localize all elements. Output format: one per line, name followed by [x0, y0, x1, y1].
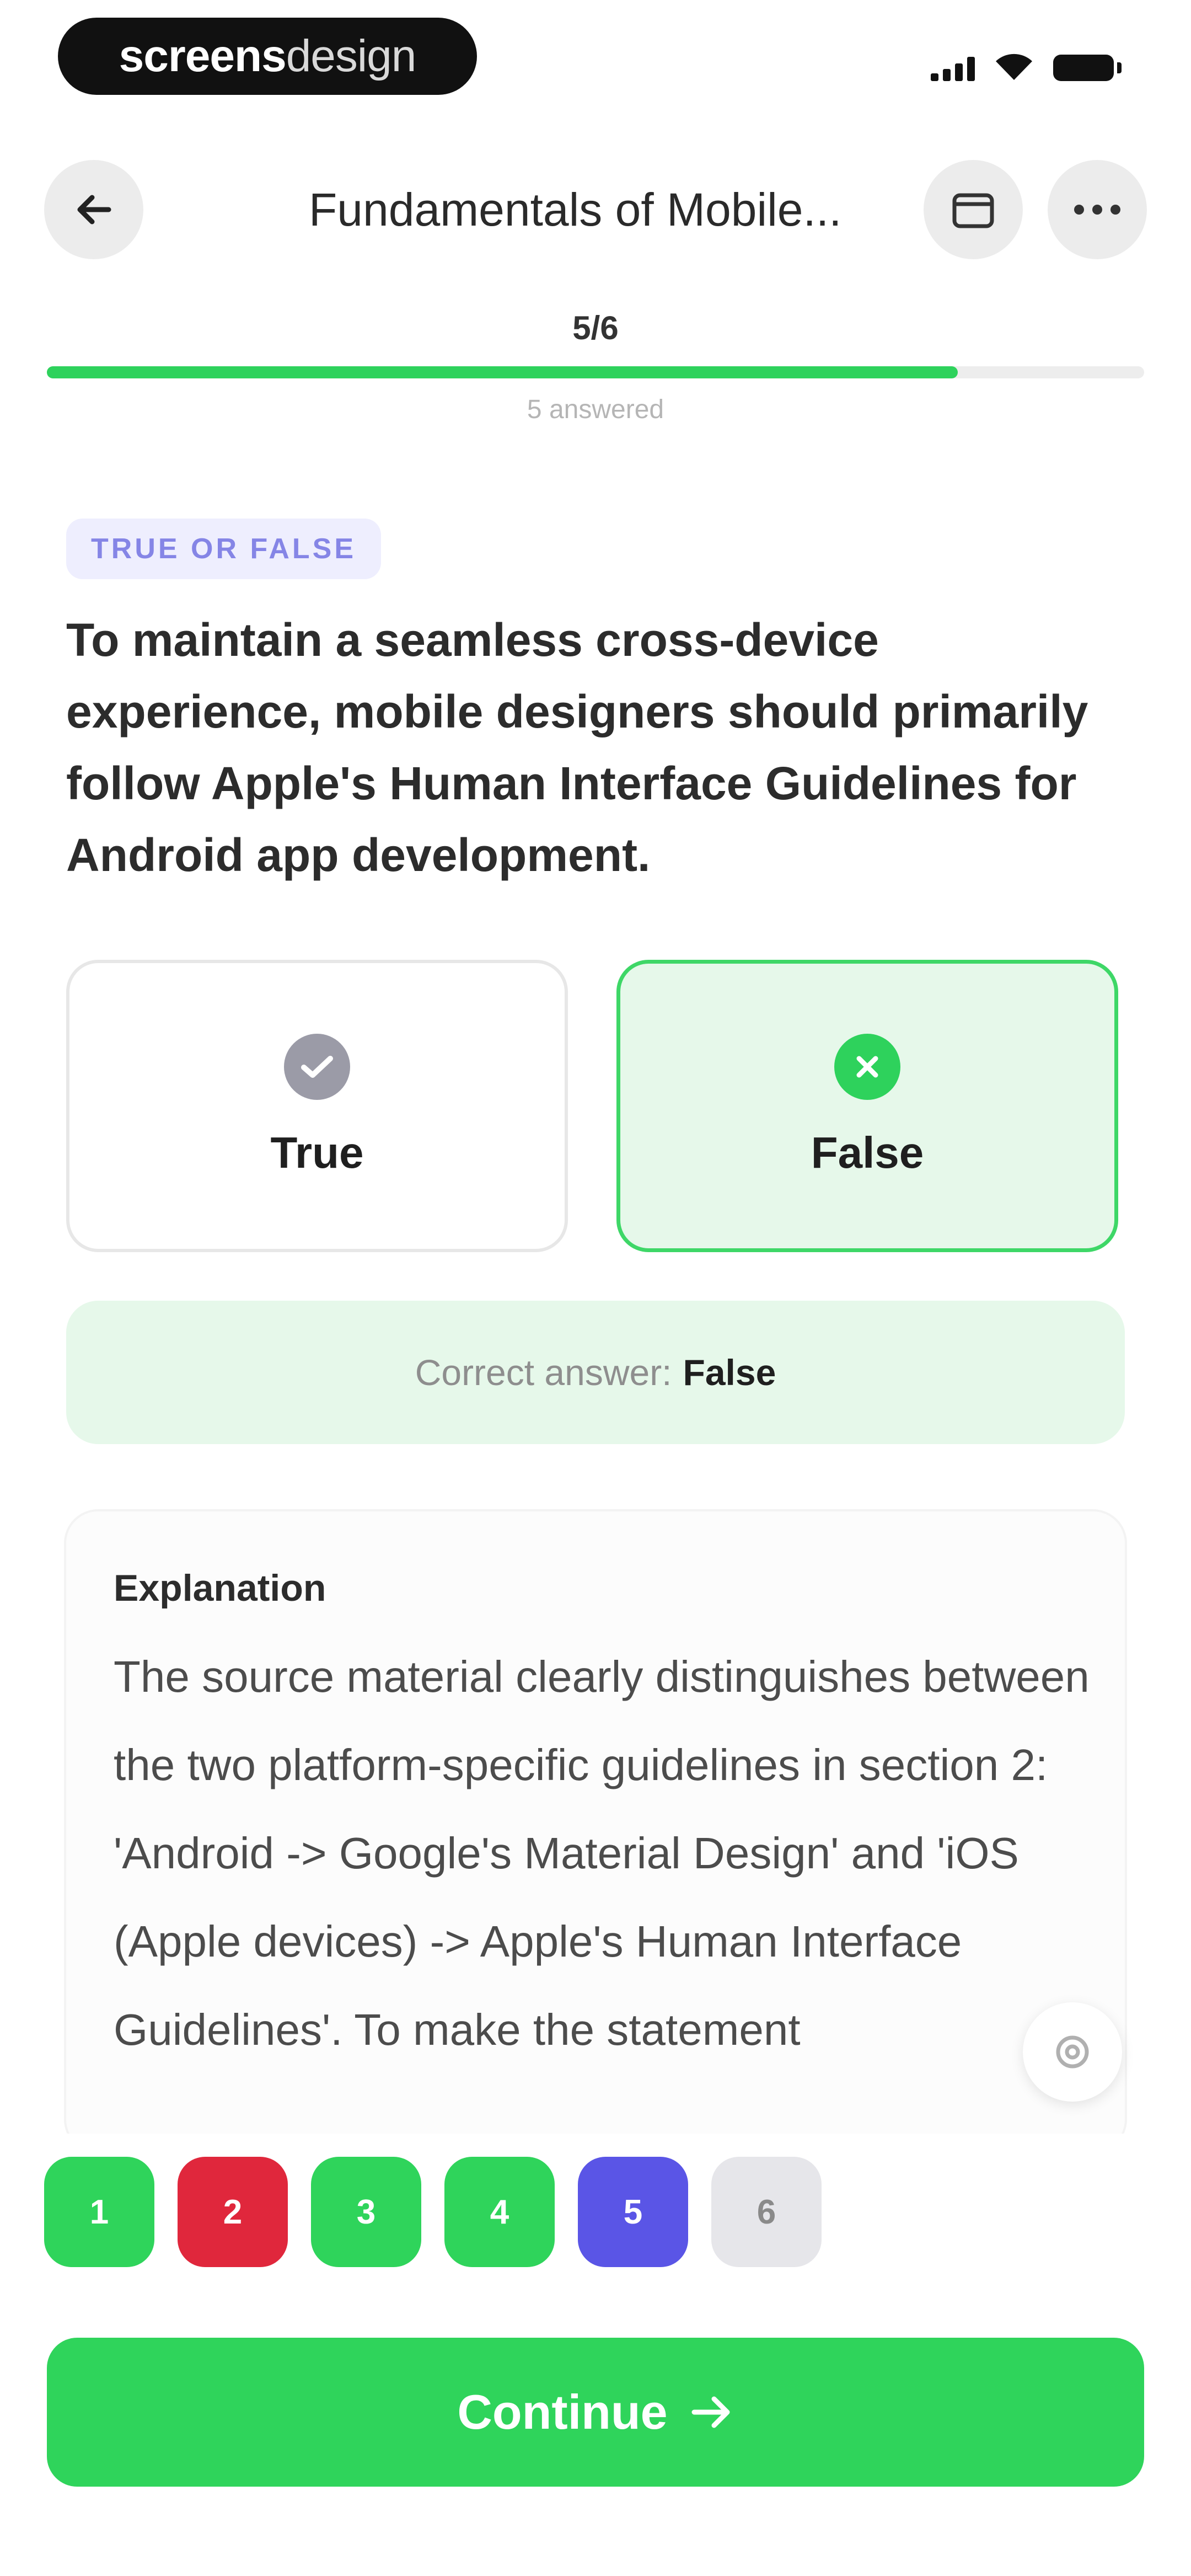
option-label: True: [270, 1128, 364, 1177]
question-nav-item[interactable]: 6: [711, 2157, 822, 2267]
correct-answer-label: Correct answer:: [415, 1352, 672, 1393]
arrow-left-icon: [77, 195, 111, 225]
continue-button[interactable]: Continue: [47, 2338, 1144, 2487]
explanation-title: Explanation: [114, 1567, 326, 1609]
check-circle-icon: [284, 1034, 350, 1100]
question-nav-item-current[interactable]: 5: [578, 2157, 688, 2267]
settings-button[interactable]: [1023, 2002, 1122, 2102]
option-true[interactable]: True: [66, 960, 568, 1252]
question-nav-item[interactable]: 3: [311, 2157, 421, 2267]
brand-watermark: screens design: [58, 18, 477, 95]
option-false[interactable]: False: [616, 960, 1118, 1252]
progress-count: 5/6: [572, 309, 619, 346]
explanation-card: Explanation The source material clearly …: [66, 1511, 1125, 2151]
answered-count: 5 answered: [527, 395, 664, 424]
quiz-screen: screens design Fundamentals of Mobile... …: [0, 0, 1191, 2576]
brand-light-text: design: [286, 31, 417, 81]
correct-answer-banner: Correct answer: False: [66, 1301, 1125, 1444]
explanation-text: The source material clearly distinguishe…: [114, 1652, 1090, 2054]
option-label: False: [811, 1128, 924, 1177]
continue-label: Continue: [457, 2385, 668, 2439]
close-circle-icon: [834, 1034, 900, 1100]
arrow-right-icon: [691, 2396, 730, 2428]
more-options-button[interactable]: [1048, 160, 1147, 259]
question-navigator: 1 2 3 4 5 6: [44, 2157, 822, 2267]
wifi-icon: [996, 54, 1032, 80]
gear-icon: [1056, 2035, 1089, 2069]
page-title: Fundamentals of Mobile...: [309, 184, 842, 236]
brand-bold-text: screens: [119, 31, 287, 81]
question-nav-item[interactable]: 1: [44, 2157, 154, 2267]
back-button[interactable]: [44, 160, 143, 259]
question-nav-item[interactable]: 4: [444, 2157, 555, 2267]
progress-bar-fill: [47, 366, 958, 378]
correct-answer-value: False: [683, 1352, 776, 1393]
status-icons: [931, 52, 1122, 81]
cellular-signal-icon: [931, 56, 975, 81]
question-type-badge: TRUE OR FALSE: [66, 519, 382, 579]
progress-bar: [47, 366, 1144, 378]
more-dots-icon: [1074, 205, 1120, 215]
question-text: To maintain a seamless cross-device expe…: [66, 614, 1088, 881]
battery-icon: [1053, 55, 1122, 81]
question-nav-item[interactable]: 2: [178, 2157, 288, 2267]
save-button[interactable]: [924, 160, 1023, 259]
folder-icon: [952, 193, 994, 228]
